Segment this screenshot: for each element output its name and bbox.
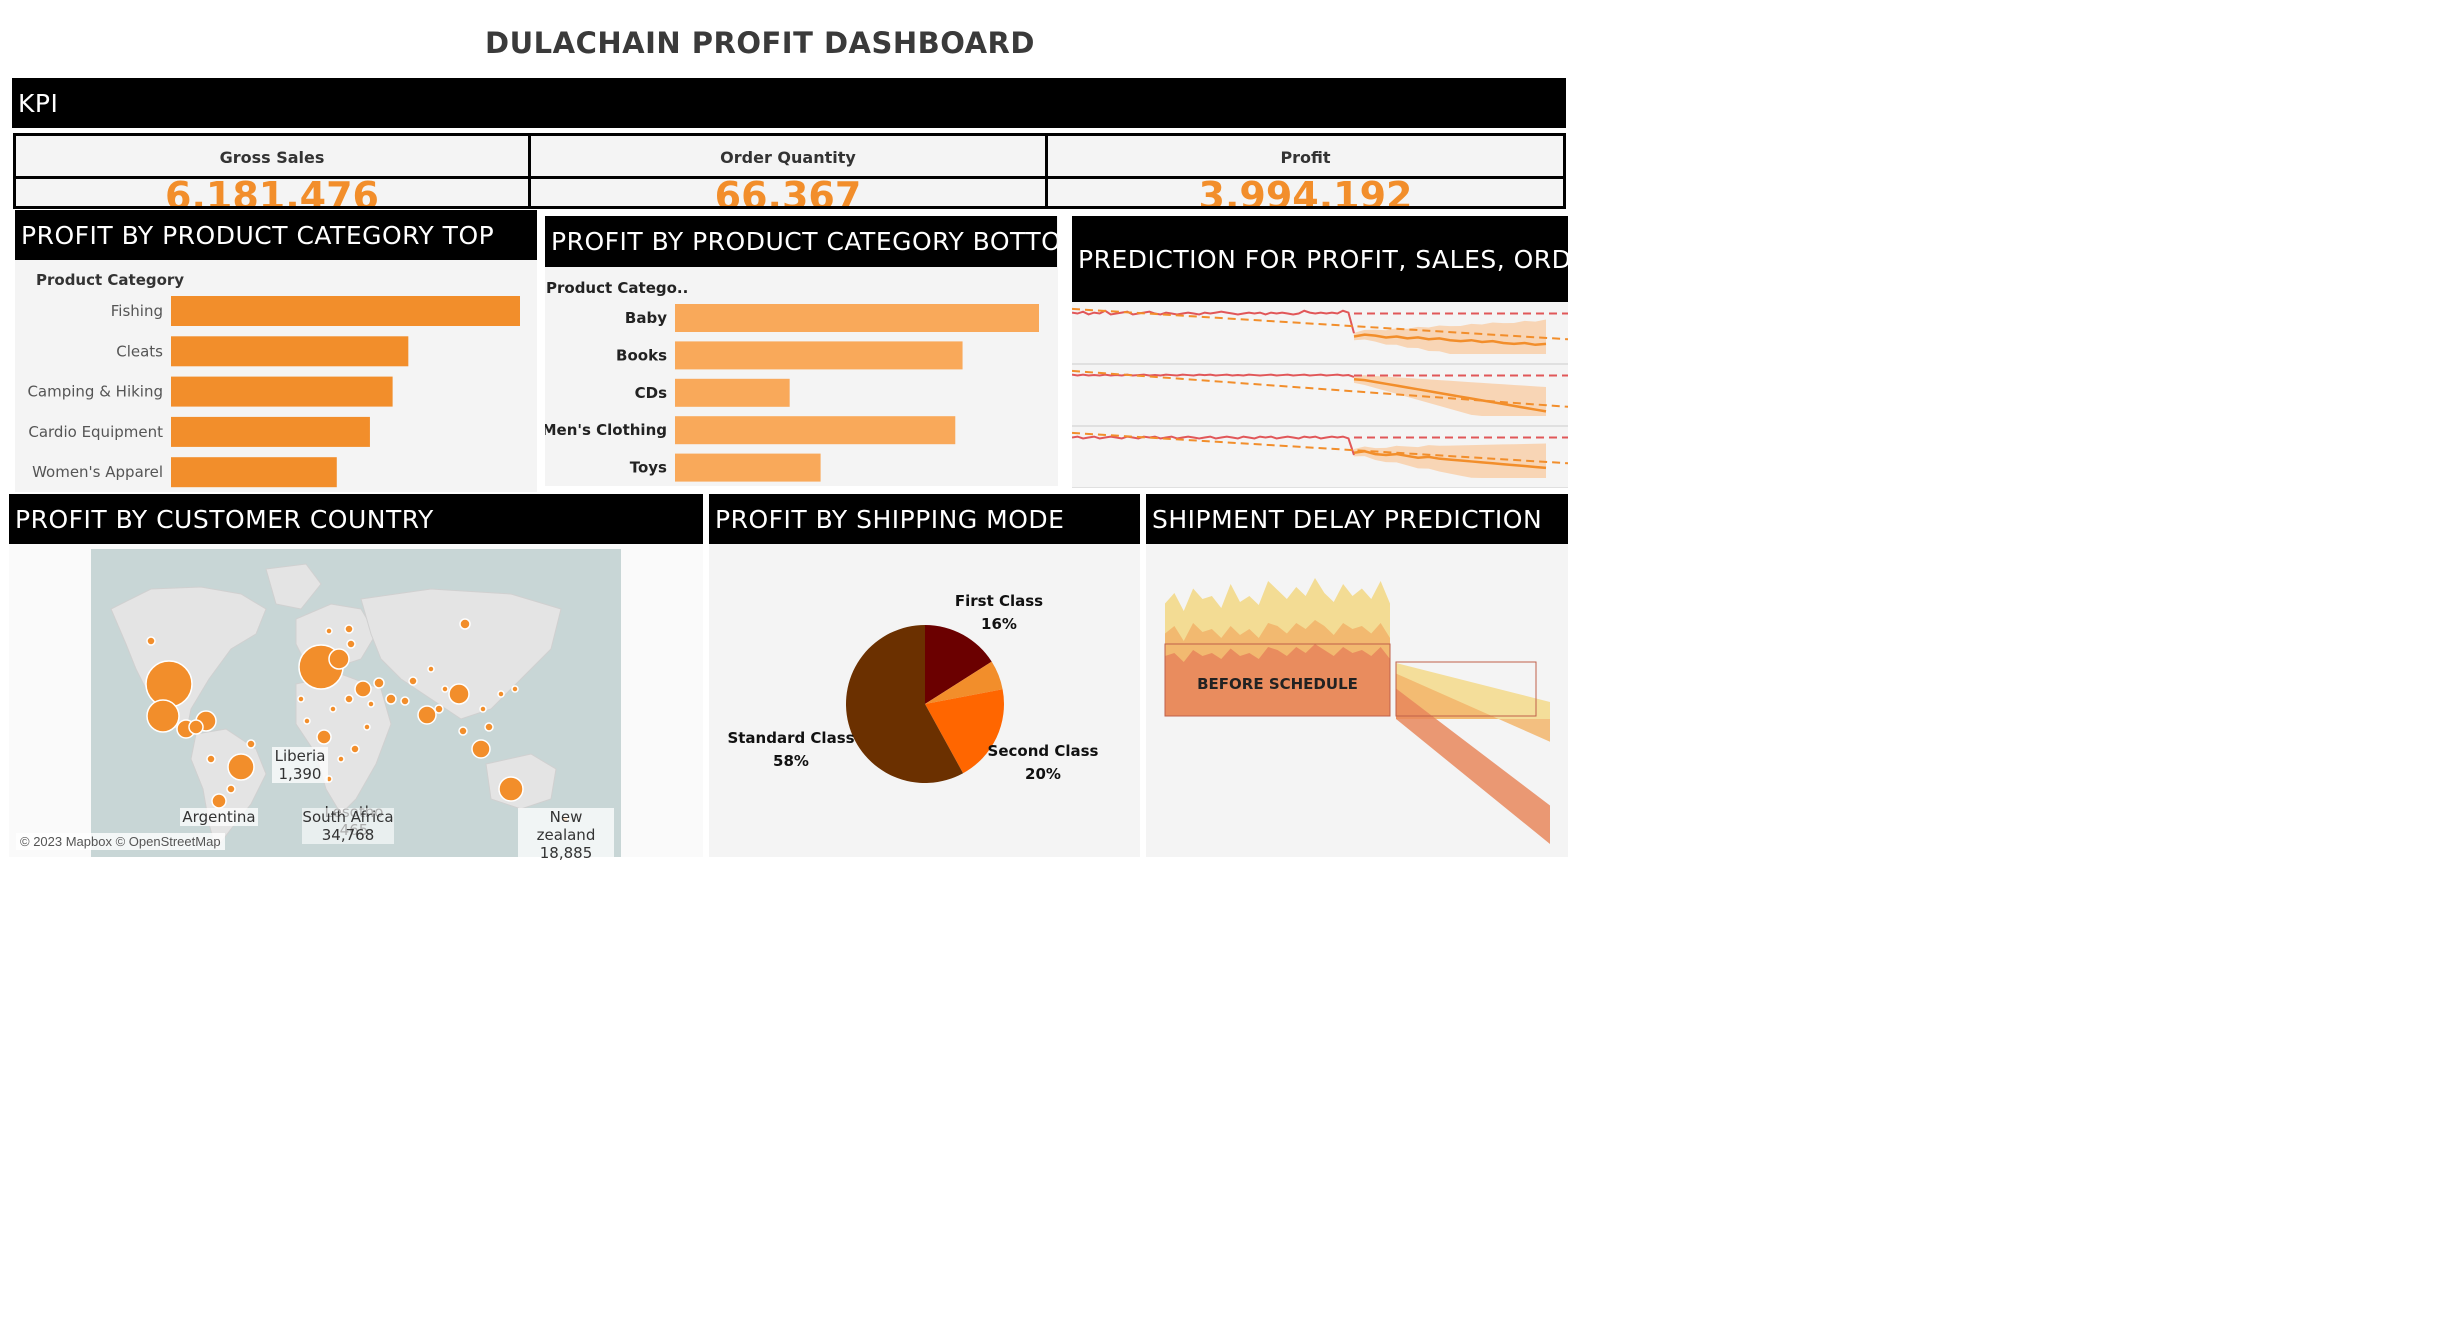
country-header-label: PROFIT BY CUSTOMER COUNTRY <box>15 504 434 534</box>
top-category-header-label: PROFIT BY PRODUCT CATEGORY TOP <box>21 220 495 250</box>
bar-camping-hiking[interactable] <box>171 376 393 407</box>
bar-cardio-equipment[interactable] <box>171 416 370 447</box>
pred-actual-line[interactable] <box>1072 309 1355 334</box>
prediction-header: PREDICTION FOR PROFIT, SALES, ORDER <box>1072 216 1568 302</box>
bar-label-books: Books <box>616 346 667 364</box>
bar-baby[interactable] <box>675 304 1039 332</box>
kpi-profit-value: 3,994,192 <box>1198 174 1413 209</box>
bar-cleats[interactable] <box>171 336 409 367</box>
bar-men-s-clothing[interactable] <box>675 416 956 445</box>
pred-actual-line[interactable] <box>1072 435 1355 456</box>
delay-band-label: BEFORE SCHEDULE <box>1197 675 1358 693</box>
bar-label-cleats: Cleats <box>116 342 163 360</box>
top-category-field-label: Product Category <box>36 271 185 289</box>
bar-label-cardio-equipment: Cardio Equipment <box>28 423 163 441</box>
bar-label-cds: CDs <box>635 384 667 402</box>
bar-toys[interactable] <box>675 453 821 482</box>
map-label-liberia: Liberia 1,390 <box>272 747 328 783</box>
country-header: PROFIT BY CUSTOMER COUNTRY <box>9 494 703 544</box>
bar-label-men-s-clothing: Men's Clothing <box>545 421 667 439</box>
bar-fishing[interactable] <box>171 296 520 326</box>
top-category-chart: Fishing Cleats Camping & Hiking Cardio Equi… <box>27 296 520 488</box>
pie-label-second-class: Second Class <box>988 742 1099 760</box>
map-label-new-zealand: New zealand 18,885 <box>518 808 614 862</box>
bar-label-fishing: Fishing <box>111 302 163 320</box>
kpi-gross-sales-label: Gross Sales <box>219 148 325 167</box>
bottom-category-chart: Baby Books CDs Men's Clothing Toys <box>545 304 1039 482</box>
shipping-header: PROFIT BY SHIPPING MODE <box>709 494 1140 544</box>
bar-cds[interactable] <box>675 378 790 407</box>
bottom-category-field-label: Product Catego.. <box>546 279 689 297</box>
prediction-header-label: PREDICTION FOR PROFIT, SALES, ORDER <box>1078 244 1568 274</box>
bar-books[interactable] <box>675 341 963 370</box>
top-category-header: PROFIT BY PRODUCT CATEGORY TOP <box>15 210 537 260</box>
bar-label-women-s-apparel: Women's Apparel <box>32 463 163 481</box>
prediction-chart <box>1072 307 1568 488</box>
kpi-header-label: KPI <box>18 88 59 118</box>
shipping-header-label: PROFIT BY SHIPPING MODE <box>715 504 1065 534</box>
pie-label-standard-class: Standard Class <box>727 729 854 747</box>
bottom-category-header-label: PROFIT BY PRODUCT CATEGORY BOTTOM <box>551 227 1057 256</box>
bottom-category-header: PROFIT BY PRODUCT CATEGORY BOTTOM <box>545 216 1057 267</box>
bar-label-camping-hiking: Camping & Hiking <box>27 383 163 401</box>
pie-label-first-class: First Class <box>955 592 1043 610</box>
pie-pct-second-class: 20% <box>1025 765 1061 783</box>
kpi-gross-sales-value: 6,181,476 <box>165 174 379 209</box>
pie-pct-first-class: 16% <box>981 615 1017 633</box>
delay-header: SHIPMENT DELAY PREDICTION <box>1146 494 1568 544</box>
map-label-south-africa: South Africa 34,768 <box>302 808 394 844</box>
delay-chart: BEFORE SCHEDULE <box>1164 578 1550 844</box>
map-label-argentina: Argentina <box>180 808 258 826</box>
kpi-header: KPI <box>12 78 1566 128</box>
dashboard-title: DULACHAIN PROFIT DASHBOARD <box>485 26 1035 60</box>
pie-pct-standard-class: 58% <box>773 752 809 770</box>
kpi-profit-label: Profit <box>1280 148 1331 167</box>
kpi-order-quantity-value: 66,367 <box>714 174 862 209</box>
shipping-pie-chart: First Class 16% Second Class 20% Standard Cl… <box>727 592 1099 783</box>
kpi-order-quantity-label: Order Quantity <box>720 148 856 167</box>
bar-label-baby: Baby <box>625 309 667 327</box>
kpi-order-quantity: Order Quantity 66,367 <box>528 133 1048 209</box>
kpi-profit: Profit 3,994,192 <box>1045 133 1566 209</box>
map-attribution[interactable]: © 2023 Mapbox © OpenStreetMap <box>16 833 225 850</box>
bar-women-s-apparel[interactable] <box>171 457 337 488</box>
delay-header-label: SHIPMENT DELAY PREDICTION <box>1152 504 1543 534</box>
bar-label-toys: Toys <box>630 459 667 477</box>
kpi-gross-sales: Gross Sales 6,181,476 <box>13 133 531 209</box>
